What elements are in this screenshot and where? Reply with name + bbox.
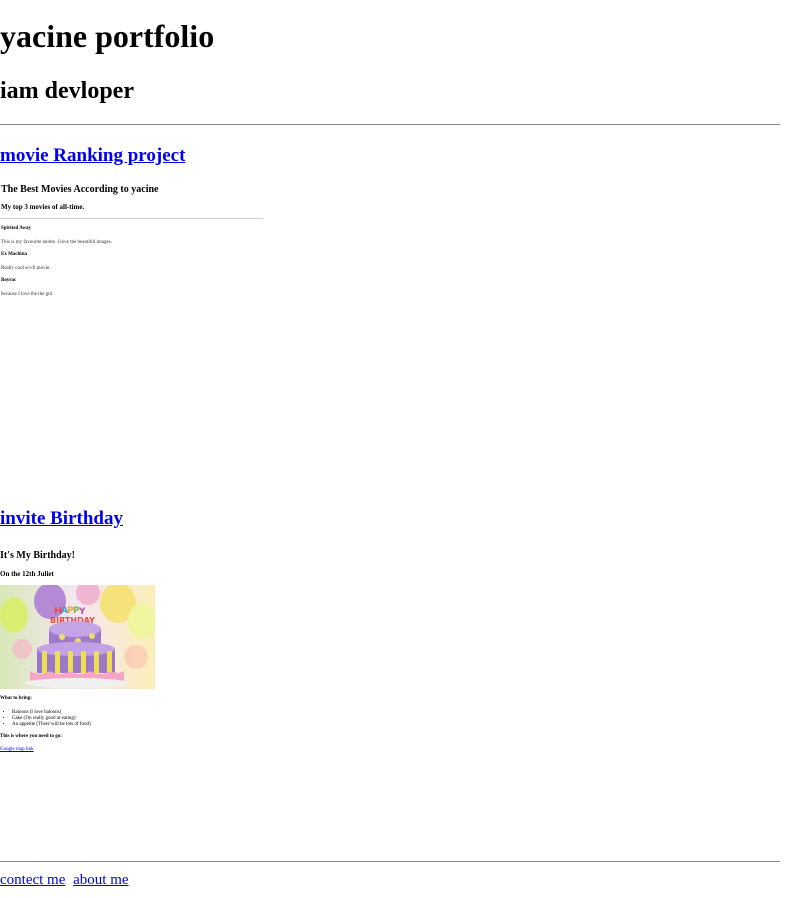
movie-item-desc: Really cool sci-fi movie. xyxy=(1,266,51,271)
movie-item-name: Ex Machina xyxy=(1,252,27,257)
movie-item-desc: This is my favourite anime. I love the b… xyxy=(1,240,112,245)
google-map-link[interactable]: Google map link xyxy=(0,747,34,753)
contact-link[interactable]: contect me xyxy=(0,872,65,888)
footer-divider xyxy=(0,861,780,862)
footer-nav: contect me about me xyxy=(0,870,133,890)
about-link[interactable]: about me xyxy=(73,872,128,888)
header-divider xyxy=(0,124,780,125)
birthday-cake-image: H A P P Y BIRTHDAY xyxy=(0,585,155,689)
list-item: An appetite (There will be lots of food) xyxy=(12,722,91,728)
birthday-project-link[interactable]: invite Birthday xyxy=(0,507,123,531)
bring-list: Baloons (I love baloons) Cake (I'm reall… xyxy=(12,710,91,728)
movie-item-name: Boyrac xyxy=(1,278,17,283)
movie-preview-title: The Best Movies According to yacine xyxy=(1,184,159,195)
movie-preview-subtitle: My top 3 movies of all-time. xyxy=(1,203,85,211)
page-title: yacine portfolio xyxy=(0,18,215,54)
page-subtitle: iam devloper xyxy=(0,78,134,104)
movie-item-desc: because I love the the girl xyxy=(1,292,53,297)
bring-heading: What to bring: xyxy=(0,696,32,701)
where-heading: This is where you need to go: xyxy=(0,734,62,739)
birthday-preview-date: On the 12th Juliet xyxy=(0,570,54,578)
birthday-preview-title: It's My Birthday! xyxy=(0,550,75,561)
movie-preview-divider xyxy=(0,218,263,219)
movie-project-link[interactable]: movie Ranking project xyxy=(0,144,185,168)
movie-project-preview[interactable]: The Best Movies According to yacine My t… xyxy=(0,180,270,310)
movie-item-name: Spirited Away xyxy=(1,226,32,231)
